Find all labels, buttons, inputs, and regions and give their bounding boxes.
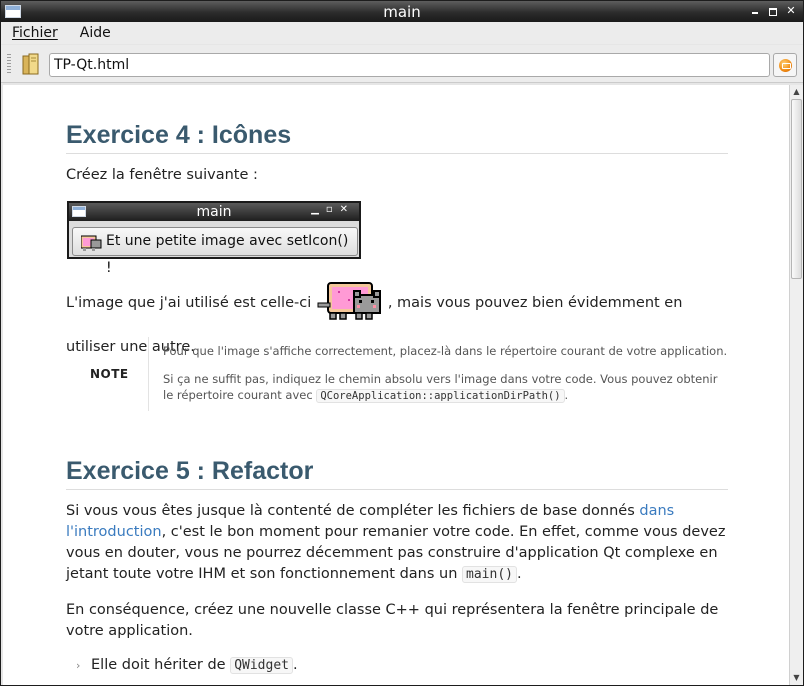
paragraph-refactor-2: En conséquence, créez une nouvelle class… (66, 602, 719, 639)
sample-window-image: main ▁▫✕ Et une petite image avec setIco… (67, 201, 361, 276)
bullet1-code: QWidget (230, 657, 293, 674)
menu-bar: Fichier Aide (1, 22, 803, 44)
paragraph-refactor-1: Si vous vous êtes jusque là contenté de … (66, 501, 728, 585)
heading-exercice-5: Exercice 5 : Refactor (66, 457, 728, 490)
main-window: main ✕ Fichier Aide Exercice 4 : Icônes … (0, 0, 804, 686)
close-icon[interactable]: ✕ (785, 4, 797, 18)
note-admonition: NOTE Pour que l'image s'affiche correcte… (66, 337, 728, 413)
vertical-scrollbar[interactable]: ▲ ▼ (789, 85, 803, 685)
stop-button[interactable] (773, 53, 797, 77)
list-item: › Elle doit hériter de QWidget. (76, 657, 298, 674)
scroll-down-icon[interactable]: ▼ (790, 671, 803, 685)
note-code: QCoreApplication::applicationDirPath() (316, 389, 565, 403)
menu-fichier[interactable]: Fichier (7, 25, 63, 41)
sample-title-bar: main ▁▫✕ (69, 203, 359, 221)
stop-icon (779, 59, 792, 72)
p1-text-a: Si vous vous êtes jusque là contenté de … (66, 503, 635, 519)
window-controls: ✕ (749, 4, 797, 18)
book-icon[interactable] (21, 53, 41, 75)
nyan-cat-icon (317, 282, 381, 320)
intro-text: Créez la fenêtre suivante : (66, 167, 258, 183)
note-line-2: Si ça ne suffit pas, indiquez le chemin … (163, 371, 728, 404)
p1-text-b: , c'est le bon moment pour remanier votr… (66, 524, 726, 582)
bullet1-end: . (292, 657, 298, 673)
note-line-2-end: . (564, 388, 569, 402)
heading-exercice-4: Exercice 4 : Icônes (66, 121, 728, 154)
p1-code-main: main() (462, 566, 517, 583)
web-view[interactable]: Exercice 4 : Icônes Créez la fenêtre sui… (3, 85, 789, 685)
scroll-up-icon[interactable]: ▲ (790, 85, 803, 99)
bullet-chevron-icon: › (76, 659, 81, 672)
toolbar-grip-icon[interactable] (7, 54, 11, 74)
toolbar (1, 45, 803, 83)
image-sentence-before: L'image que j'ai utilisé est celle-ci (66, 295, 312, 311)
bullet1-text: Elle doit hériter de (91, 657, 226, 673)
p1-end: . (516, 566, 522, 582)
scrollbar-thumb[interactable] (791, 99, 802, 279)
nyan-cat-icon (81, 235, 102, 251)
sample-button-label: Et une petite image avec setIcon() ! (106, 233, 349, 276)
note-line-1: Pour que l'image s'affiche correctement,… (163, 344, 728, 358)
maximize-icon[interactable] (767, 4, 779, 18)
note-body: Pour que l'image s'affiche correctement,… (148, 337, 728, 411)
sample-window-controls: ▁▫✕ (311, 204, 355, 215)
note-label: NOTE (90, 367, 129, 381)
url-input[interactable] (49, 53, 770, 77)
minimize-icon[interactable] (749, 4, 761, 18)
menu-aide[interactable]: Aide (75, 25, 116, 41)
window-title: main (383, 3, 421, 21)
sample-button: Et une petite image avec setIcon() ! (72, 227, 358, 276)
title-bar[interactable]: main ✕ (1, 1, 803, 22)
